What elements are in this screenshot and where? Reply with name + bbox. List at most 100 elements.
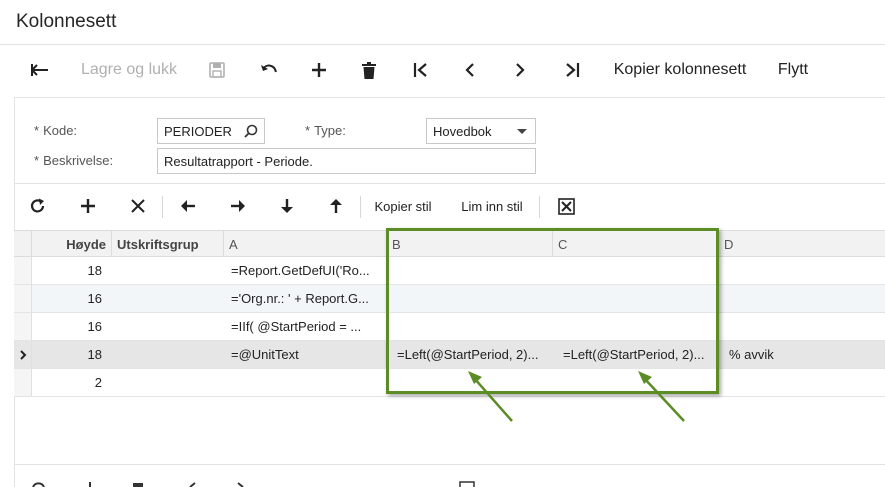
- header-col-c[interactable]: C: [553, 231, 719, 257]
- grid-delete-button[interactable]: [126, 185, 150, 227]
- arrow-up-icon: [330, 199, 342, 213]
- cell-col-b[interactable]: [392, 369, 553, 396]
- page-title: Kolonnesett: [16, 11, 117, 32]
- row-selector[interactable]: [14, 285, 32, 312]
- last-record-button[interactable]: [558, 47, 586, 93]
- header-print-group[interactable]: Utskriftsgrup: [112, 231, 224, 257]
- plus-icon: [81, 199, 95, 213]
- header-col-b[interactable]: B: [387, 231, 553, 257]
- move-left-button[interactable]: [176, 185, 200, 227]
- row-selector-header: [14, 231, 32, 257]
- undo-button[interactable]: [256, 47, 282, 93]
- cell-col-c[interactable]: [558, 257, 719, 284]
- cell-col-a[interactable]: ='Org.nr.: ' + Report.G...: [226, 285, 387, 312]
- move-right-button[interactable]: [226, 185, 250, 227]
- cell-print-group[interactable]: [112, 369, 224, 396]
- undo-icon: [261, 64, 277, 73]
- save-close-button[interactable]: Lagre og lukk: [80, 47, 178, 93]
- header-col-d[interactable]: D: [719, 231, 885, 257]
- cell-col-a[interactable]: [226, 369, 387, 396]
- back-button[interactable]: [26, 47, 54, 93]
- row-selector[interactable]: [14, 313, 32, 340]
- cell-col-c[interactable]: [558, 313, 719, 340]
- cell-col-d[interactable]: % avvik: [724, 341, 885, 368]
- grid-add-button[interactable]: [76, 185, 100, 227]
- export-excel-button[interactable]: [554, 185, 578, 227]
- save-button[interactable]: [204, 47, 230, 93]
- table-row-selected[interactable]: 18 =@UnitText =Left(@StartPeriod, 2)... …: [14, 341, 885, 369]
- table-row[interactable]: 16 ='Org.nr.: ' + Report.G...: [14, 285, 885, 313]
- row-selector[interactable]: [14, 257, 32, 284]
- move-down-button[interactable]: [275, 185, 299, 227]
- row-selector[interactable]: [14, 341, 32, 368]
- cell-col-d[interactable]: [724, 285, 885, 312]
- cell-col-a[interactable]: =IIf( @StartPeriod = ...: [226, 313, 387, 340]
- arrow-left-icon: [181, 200, 195, 212]
- type-value: Hovedbok: [433, 123, 492, 139]
- back-arrow-icon: [31, 64, 48, 76]
- refresh-button[interactable]: [26, 185, 50, 227]
- cell-height[interactable]: 18: [32, 257, 112, 284]
- code-label: * Kode:: [34, 123, 78, 138]
- move-button[interactable]: Flytt: [772, 47, 814, 93]
- table-row[interactable]: 18 =Report.GetDefUI('Ro...: [14, 257, 885, 285]
- cell-col-b[interactable]: [392, 257, 553, 284]
- type-select[interactable]: Hovedbok: [426, 118, 536, 144]
- cell-col-a[interactable]: =@UnitText: [226, 341, 387, 368]
- first-record-button[interactable]: [407, 47, 435, 93]
- cell-height[interactable]: 16: [32, 285, 112, 312]
- cell-print-group[interactable]: [112, 313, 224, 340]
- cell-print-group[interactable]: [112, 341, 224, 368]
- header-col-a[interactable]: A: [224, 231, 387, 257]
- cell-col-b[interactable]: =Left(@StartPeriod, 2)...: [392, 341, 553, 368]
- grid-bottom-divider: [14, 464, 885, 465]
- cell-height[interactable]: 16: [32, 313, 112, 340]
- header-height[interactable]: Høyde: [32, 231, 112, 257]
- description-value: Resultatrapport - Periode.: [164, 153, 313, 169]
- move-up-button[interactable]: [324, 185, 348, 227]
- cell-col-c[interactable]: [558, 285, 719, 312]
- cell-col-d[interactable]: [724, 313, 885, 340]
- cell-col-b[interactable]: [392, 313, 553, 340]
- cell-col-c[interactable]: [558, 369, 719, 396]
- arrow-right-icon: [231, 200, 245, 212]
- cell-height[interactable]: 18: [32, 341, 112, 368]
- grid-header: Høyde Utskriftsgrup A B C D: [14, 230, 885, 257]
- add-button[interactable]: [306, 47, 332, 93]
- row-selector[interactable]: [14, 369, 32, 396]
- copy-style-button[interactable]: Kopier stil: [368, 185, 438, 227]
- description-label: * Beskrivelse:: [34, 153, 114, 168]
- form-divider: [14, 183, 885, 184]
- cell-print-group[interactable]: [112, 285, 224, 312]
- table-row[interactable]: 2: [14, 369, 885, 397]
- close-icon: [131, 199, 145, 213]
- copy-column-set-button[interactable]: Kopier kolonnesett: [610, 47, 750, 93]
- cell-col-d[interactable]: [724, 369, 885, 396]
- refresh-icon: [30, 198, 45, 213]
- search-icon[interactable]: [244, 124, 258, 138]
- cell-col-d[interactable]: [724, 257, 885, 284]
- chevron-left-icon: [465, 63, 474, 77]
- cell-col-b[interactable]: [392, 285, 553, 312]
- next-record-button[interactable]: [507, 47, 533, 93]
- last-record-icon: [566, 63, 580, 77]
- excel-export-icon: [557, 197, 575, 215]
- type-label: * Type:: [305, 123, 346, 138]
- table-row[interactable]: 16 =IIf( @StartPeriod = ...: [14, 313, 885, 341]
- delete-button[interactable]: [356, 47, 382, 93]
- cell-col-a[interactable]: =Report.GetDefUI('Ro...: [226, 257, 387, 284]
- cell-height[interactable]: 2: [32, 369, 112, 396]
- chevron-right-icon: [516, 63, 525, 77]
- row-pointer-icon: [19, 349, 26, 360]
- code-value: PERIODER: [164, 123, 232, 139]
- first-record-icon: [413, 63, 427, 77]
- arrow-down-icon: [281, 199, 293, 213]
- code-field[interactable]: PERIODER: [157, 118, 265, 144]
- save-icon: [209, 62, 225, 78]
- cell-print-group[interactable]: [112, 257, 224, 284]
- prev-record-button[interactable]: [457, 47, 483, 93]
- description-field[interactable]: Resultatrapport - Periode.: [157, 148, 536, 174]
- paste-style-button[interactable]: Lim inn stil: [456, 185, 528, 227]
- toolbar-divider: [162, 196, 163, 218]
- cell-col-c[interactable]: =Left(@StartPeriod, 2)...: [558, 341, 719, 368]
